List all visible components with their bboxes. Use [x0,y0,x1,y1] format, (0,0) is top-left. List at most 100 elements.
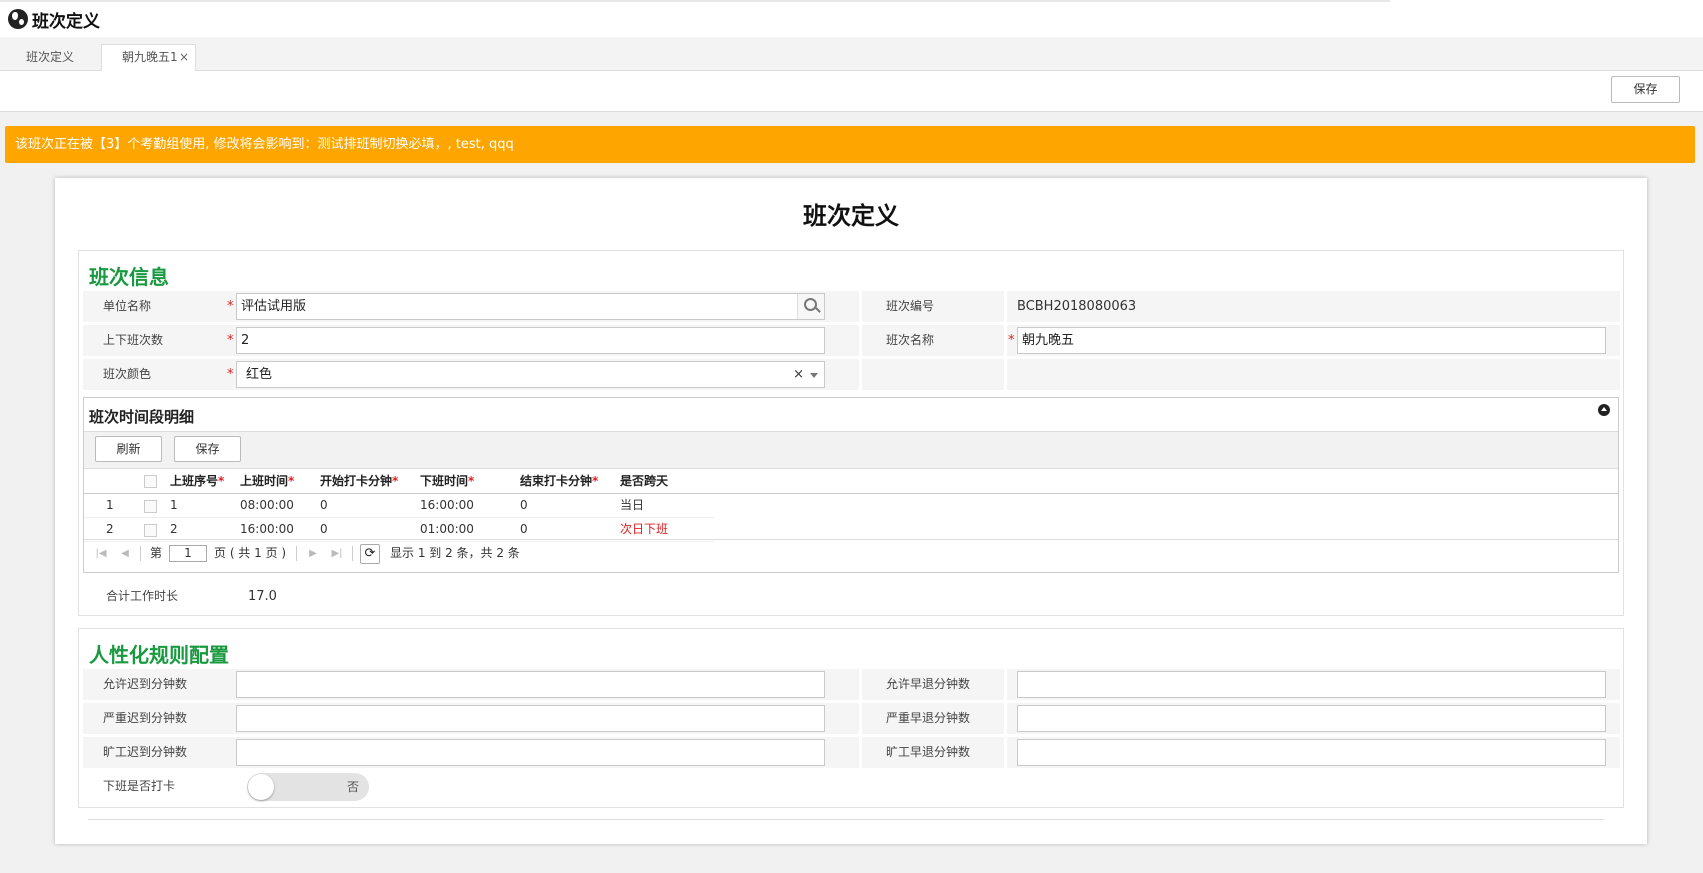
cell-seq: 2 [170,522,178,536]
clock-out-toggle[interactable]: 否 [247,773,369,801]
color-label: 班次颜色 [103,367,152,381]
divider [140,546,141,561]
shift-code-label: 班次编号 [886,299,935,313]
row-number: 2 [106,522,114,536]
page-summary: 显示 1 到 2 条，共 2 条 [390,546,520,560]
form-row [1007,737,1620,768]
count-value: 2 [241,333,250,348]
last-page-icon[interactable]: ▶| [328,545,346,563]
count-input[interactable]: 2 [236,327,825,354]
unit-name-input[interactable]: 评估试用版 [236,293,825,320]
close-icon[interactable]: × [179,45,189,70]
form-row [1007,703,1620,734]
early-allow-input[interactable] [1017,671,1606,698]
title-bar: 班次定义 [0,0,1703,38]
form-row [1007,359,1620,390]
column-header: 结束打卡分钟* [520,474,599,488]
late-absent-input[interactable] [236,739,825,766]
cell-end-min: 0 [520,498,528,512]
divider [352,546,353,561]
top-line [0,0,1390,2]
form-row [862,359,1004,390]
required-mark: * [1008,333,1015,348]
cell-cross-day: 当日 [620,498,645,512]
early-serious-input[interactable] [1017,705,1606,732]
divider [88,819,1604,820]
save-button[interactable]: 保存 [1611,76,1680,103]
color-select[interactable]: 红色 × [236,361,825,388]
collapse-icon[interactable] [1598,404,1610,416]
total-hours-value: 17.0 [248,589,277,604]
chevron-down-icon[interactable] [810,373,818,378]
color-value: 红色 [246,367,273,382]
next-page-icon[interactable]: ▶ [304,545,322,563]
form-row: 严重早退分钟数 [862,703,1004,734]
select-all-checkbox[interactable] [144,475,157,488]
shift-time-detail-panel: 班次时间段明细 刷新 保存 上班序号* 上班时间* 开始打卡分钟* 下班时间* … [83,397,1619,573]
cell-off-time: 01:00:00 [420,522,474,536]
tab-shift-definition[interactable]: 班次定义 [26,45,74,70]
panel-title: 班次时间段明细 [89,408,195,426]
page-suffix: 页 ( 共 1 页 ) [214,546,287,560]
cell-end-min: 0 [520,522,528,536]
detail-save-button[interactable]: 保存 [174,436,241,462]
toggle-knob [248,774,274,800]
cell-on-time: 16:00:00 [240,522,294,536]
grid-header: 上班序号* 上班时间* 开始打卡分钟* 下班时间* 结束打卡分钟* 是否跨天 [84,469,1618,494]
required-mark: * [227,333,234,348]
clear-icon[interactable]: × [793,362,804,387]
required-mark: * [227,367,234,382]
section-title: 人性化规则配置 [89,643,229,667]
rules-section: 人性化规则配置 允许迟到分钟数 允许早退分钟数 严重迟到分钟数 严重早退分钟数 … [78,628,1624,808]
form-row: 班次名称 [862,325,1004,356]
cell-start-min: 0 [320,522,328,536]
early-absent-input[interactable] [1017,739,1606,766]
cell-start-min: 0 [320,498,328,512]
shift-info-section: 班次信息 单位名称 * 评估试用版 班次编号 BCBH2018080063 上下… [78,250,1624,616]
form-row: 班次编号 [862,291,1004,322]
table-row[interactable]: 1 1 08:00:00 0 16:00:00 0 当日 [84,494,714,518]
cell-on-time: 08:00:00 [240,498,294,512]
panel-toolbar: 刷新 保存 [84,432,1618,469]
clock-out-label: 下班是否打卡 [103,779,176,793]
form-card: 班次定义 班次信息 单位名称 * 评估试用版 班次编号 BCBH20180800… [55,178,1647,844]
unit-name-label: 单位名称 [103,299,152,313]
form-row: 允许早退分钟数 [862,669,1004,700]
globe-icon [8,9,28,29]
form-row: 上下班次数 * 2 [83,325,859,356]
shift-name-input[interactable]: 朝九晚五 [1017,327,1606,354]
column-header: 是否跨天 [620,474,669,488]
form-row: 班次颜色 * 红色 × [83,359,859,390]
form-row: * 朝九晚五 [1007,325,1620,356]
cell-off-time: 16:00:00 [420,498,474,512]
late-allow-input[interactable] [236,671,825,698]
row-checkbox[interactable] [144,524,157,537]
row-number: 1 [106,498,114,512]
form-row: 严重迟到分钟数 [83,703,859,734]
search-icon[interactable] [797,294,824,319]
late-serious-input[interactable] [236,705,825,732]
tab-bar: 班次定义 朝九晚五1 × [0,37,1703,71]
toolbar: 保存 [0,71,1703,112]
early-serious-label: 严重早退分钟数 [886,711,971,725]
first-page-icon[interactable]: |◀ [92,545,110,563]
late-absent-label: 旷工迟到分钟数 [103,745,188,759]
early-absent-label: 旷工早退分钟数 [886,745,971,759]
form-row: 允许迟到分钟数 [83,669,859,700]
refresh-icon[interactable]: ⟳ [360,544,380,564]
prev-page-icon[interactable]: ◀ [116,545,134,563]
panel-header: 班次时间段明细 [84,398,1618,432]
early-allow-label: 允许早退分钟数 [886,677,971,691]
count-label: 上下班次数 [103,333,164,347]
warning-banner: 该班次正在被【3】个考勤组使用, 修改将会影响到：测试排班制切换必填，, tes… [5,126,1695,163]
shift-code-value: BCBH2018080063 [1017,299,1137,314]
form-row [1007,669,1620,700]
page-input[interactable]: 1 [169,545,207,562]
tab-label: 朝九晚五1 [122,50,178,64]
column-header: 下班时间* [420,474,475,488]
late-serious-label: 严重迟到分钟数 [103,711,188,725]
refresh-button[interactable]: 刷新 [95,436,162,462]
tab-shift-detail[interactable]: 朝九晚五1 × [101,44,196,71]
row-checkbox[interactable] [144,500,157,513]
toggle-state: 否 [346,780,359,794]
